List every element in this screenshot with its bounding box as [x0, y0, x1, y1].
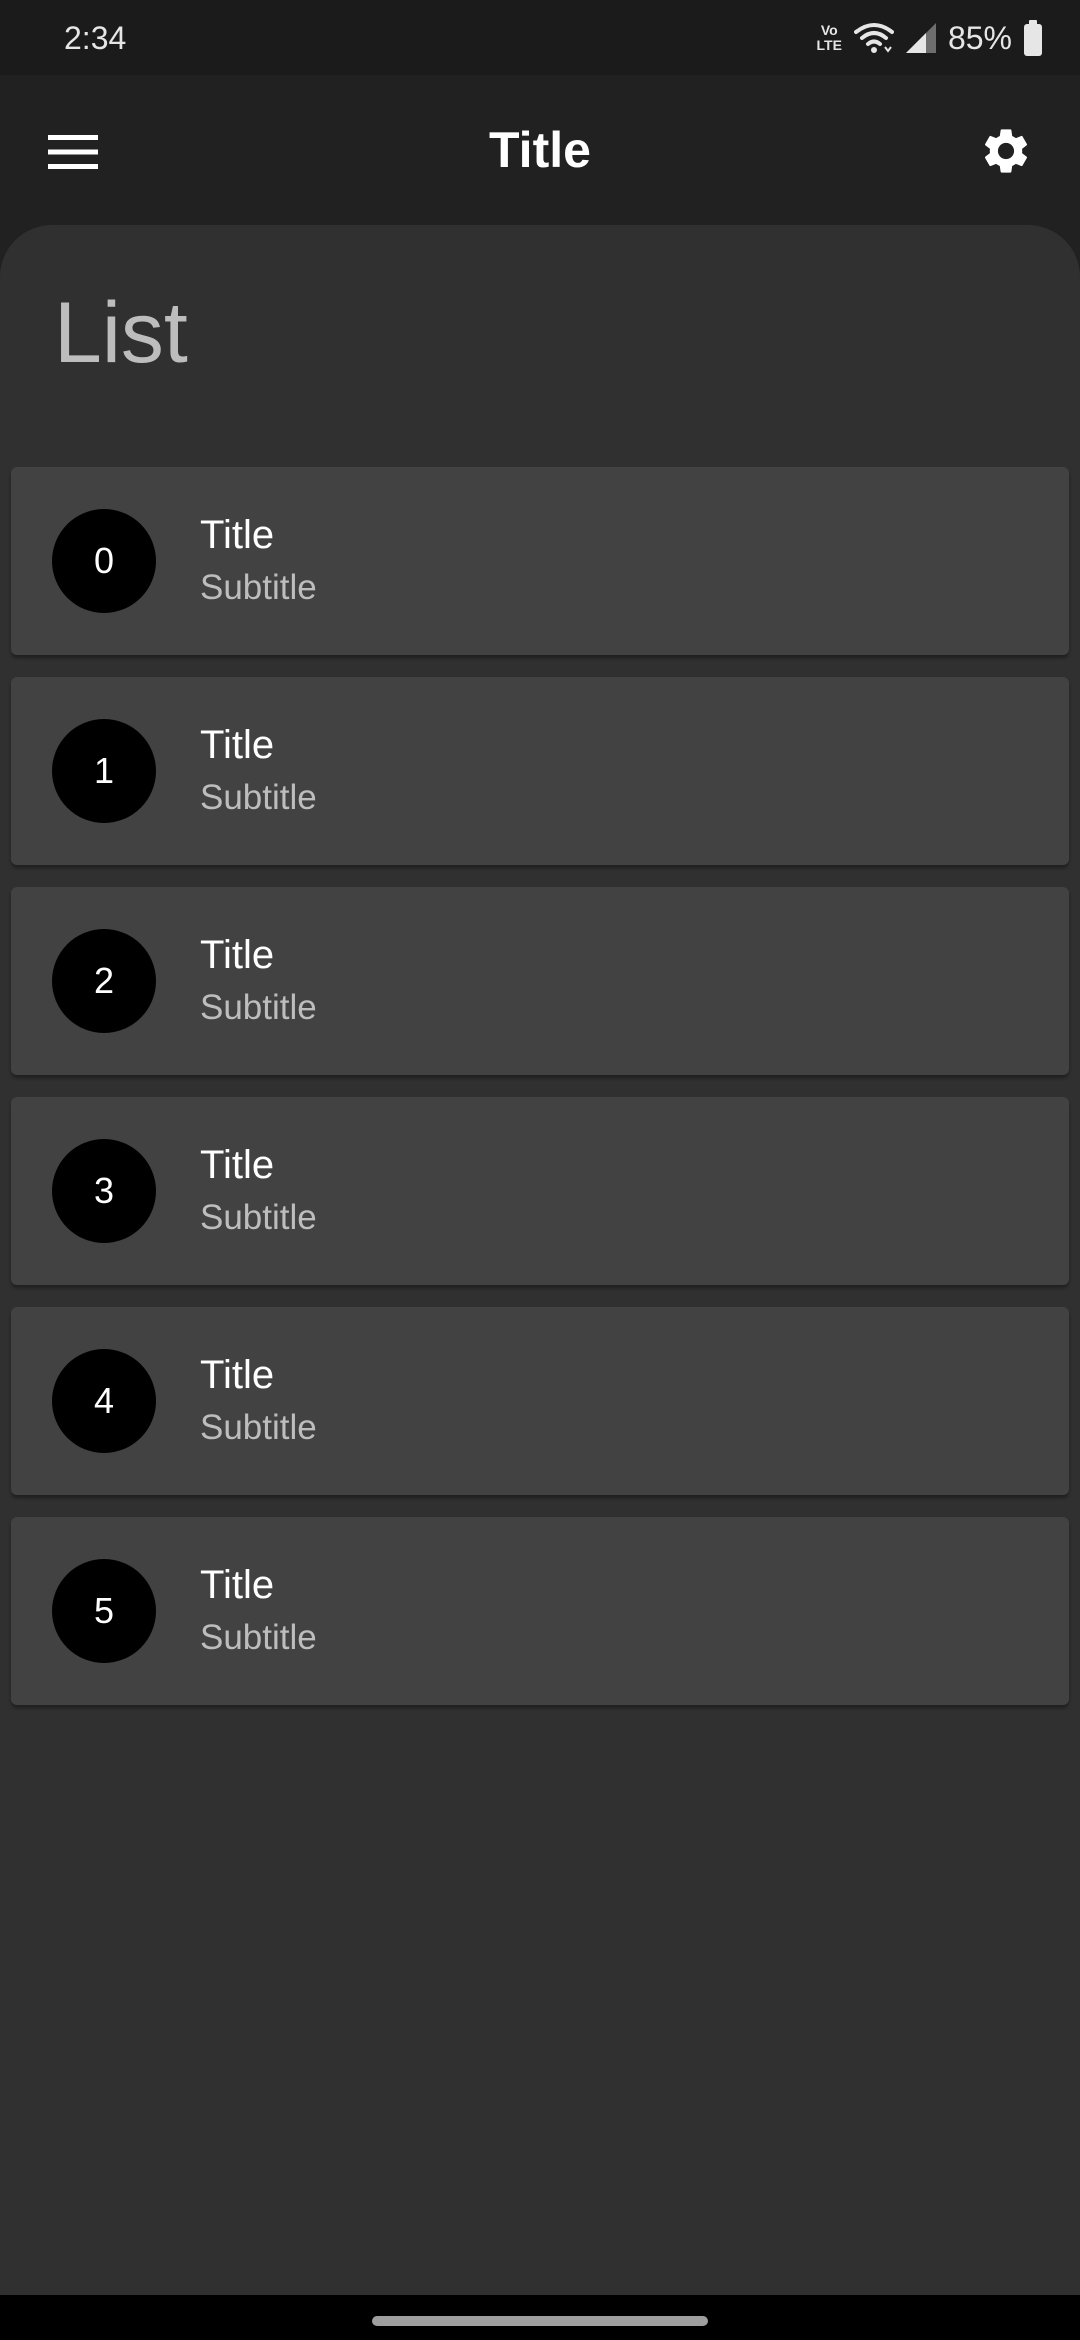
avatar: 5	[52, 1559, 156, 1663]
volte-top-label: Vo	[820, 22, 838, 38]
list-item[interactable]: 2 Title Subtitle	[11, 887, 1069, 1075]
wifi-icon	[853, 23, 894, 53]
avatar: 0	[52, 509, 156, 613]
list-item-title: Title	[200, 723, 275, 767]
app-title: Title	[489, 122, 591, 178]
battery-percent: 85%	[947, 20, 1012, 56]
list-item-subtitle: Subtitle	[200, 778, 317, 817]
status-time: 2:34	[64, 20, 127, 56]
volte-bottom-label: LTE	[816, 37, 842, 53]
avatar: 2	[52, 929, 156, 1033]
list-item[interactable]: 3 Title Subtitle	[11, 1097, 1069, 1285]
cell-signal-icon	[905, 23, 936, 53]
avatar: 4	[52, 1349, 156, 1453]
avatar: 3	[52, 1139, 156, 1243]
navigation-bar	[0, 2295, 1080, 2340]
avatar: 1	[52, 719, 156, 823]
list: 0 Title Subtitle 1 Title Subtitle 2 Titl…	[11, 467, 1069, 1727]
battery-icon	[1024, 20, 1042, 56]
list-item-subtitle: Subtitle	[200, 1408, 317, 1447]
content-sheet: List 0 Title Subtitle 1 Title Subtitle 2…	[0, 225, 1080, 2295]
list-heading: List	[54, 285, 188, 381]
list-item[interactable]: 1 Title Subtitle	[11, 677, 1069, 865]
list-item-title: Title	[200, 1143, 275, 1187]
list-item-title: Title	[200, 1353, 275, 1397]
volte-icon: Vo LTE	[817, 23, 842, 53]
settings-button[interactable]	[968, 113, 1044, 189]
home-gesture-handle[interactable]	[372, 2316, 708, 2326]
gear-icon	[984, 129, 1028, 173]
list-item-subtitle: Subtitle	[200, 1618, 317, 1657]
status-bar: 2:34 Vo LTE 85%	[0, 0, 1080, 75]
screen: 2:34 Vo LTE 85% Title List 0 Title Subti…	[0, 0, 1080, 2340]
list-item-subtitle: Subtitle	[200, 988, 317, 1027]
list-item-title: Title	[200, 513, 275, 557]
list-item[interactable]: 0 Title Subtitle	[11, 467, 1069, 655]
list-item-title: Title	[200, 933, 275, 977]
list-item[interactable]: 4 Title Subtitle	[11, 1307, 1069, 1495]
list-item[interactable]: 5 Title Subtitle	[11, 1517, 1069, 1705]
list-item-title: Title	[200, 1563, 275, 1607]
list-item-subtitle: Subtitle	[200, 568, 317, 607]
status-icons: Vo LTE 85%	[817, 14, 1042, 62]
list-item-subtitle: Subtitle	[200, 1198, 317, 1237]
app-bar: Title	[0, 75, 1080, 225]
